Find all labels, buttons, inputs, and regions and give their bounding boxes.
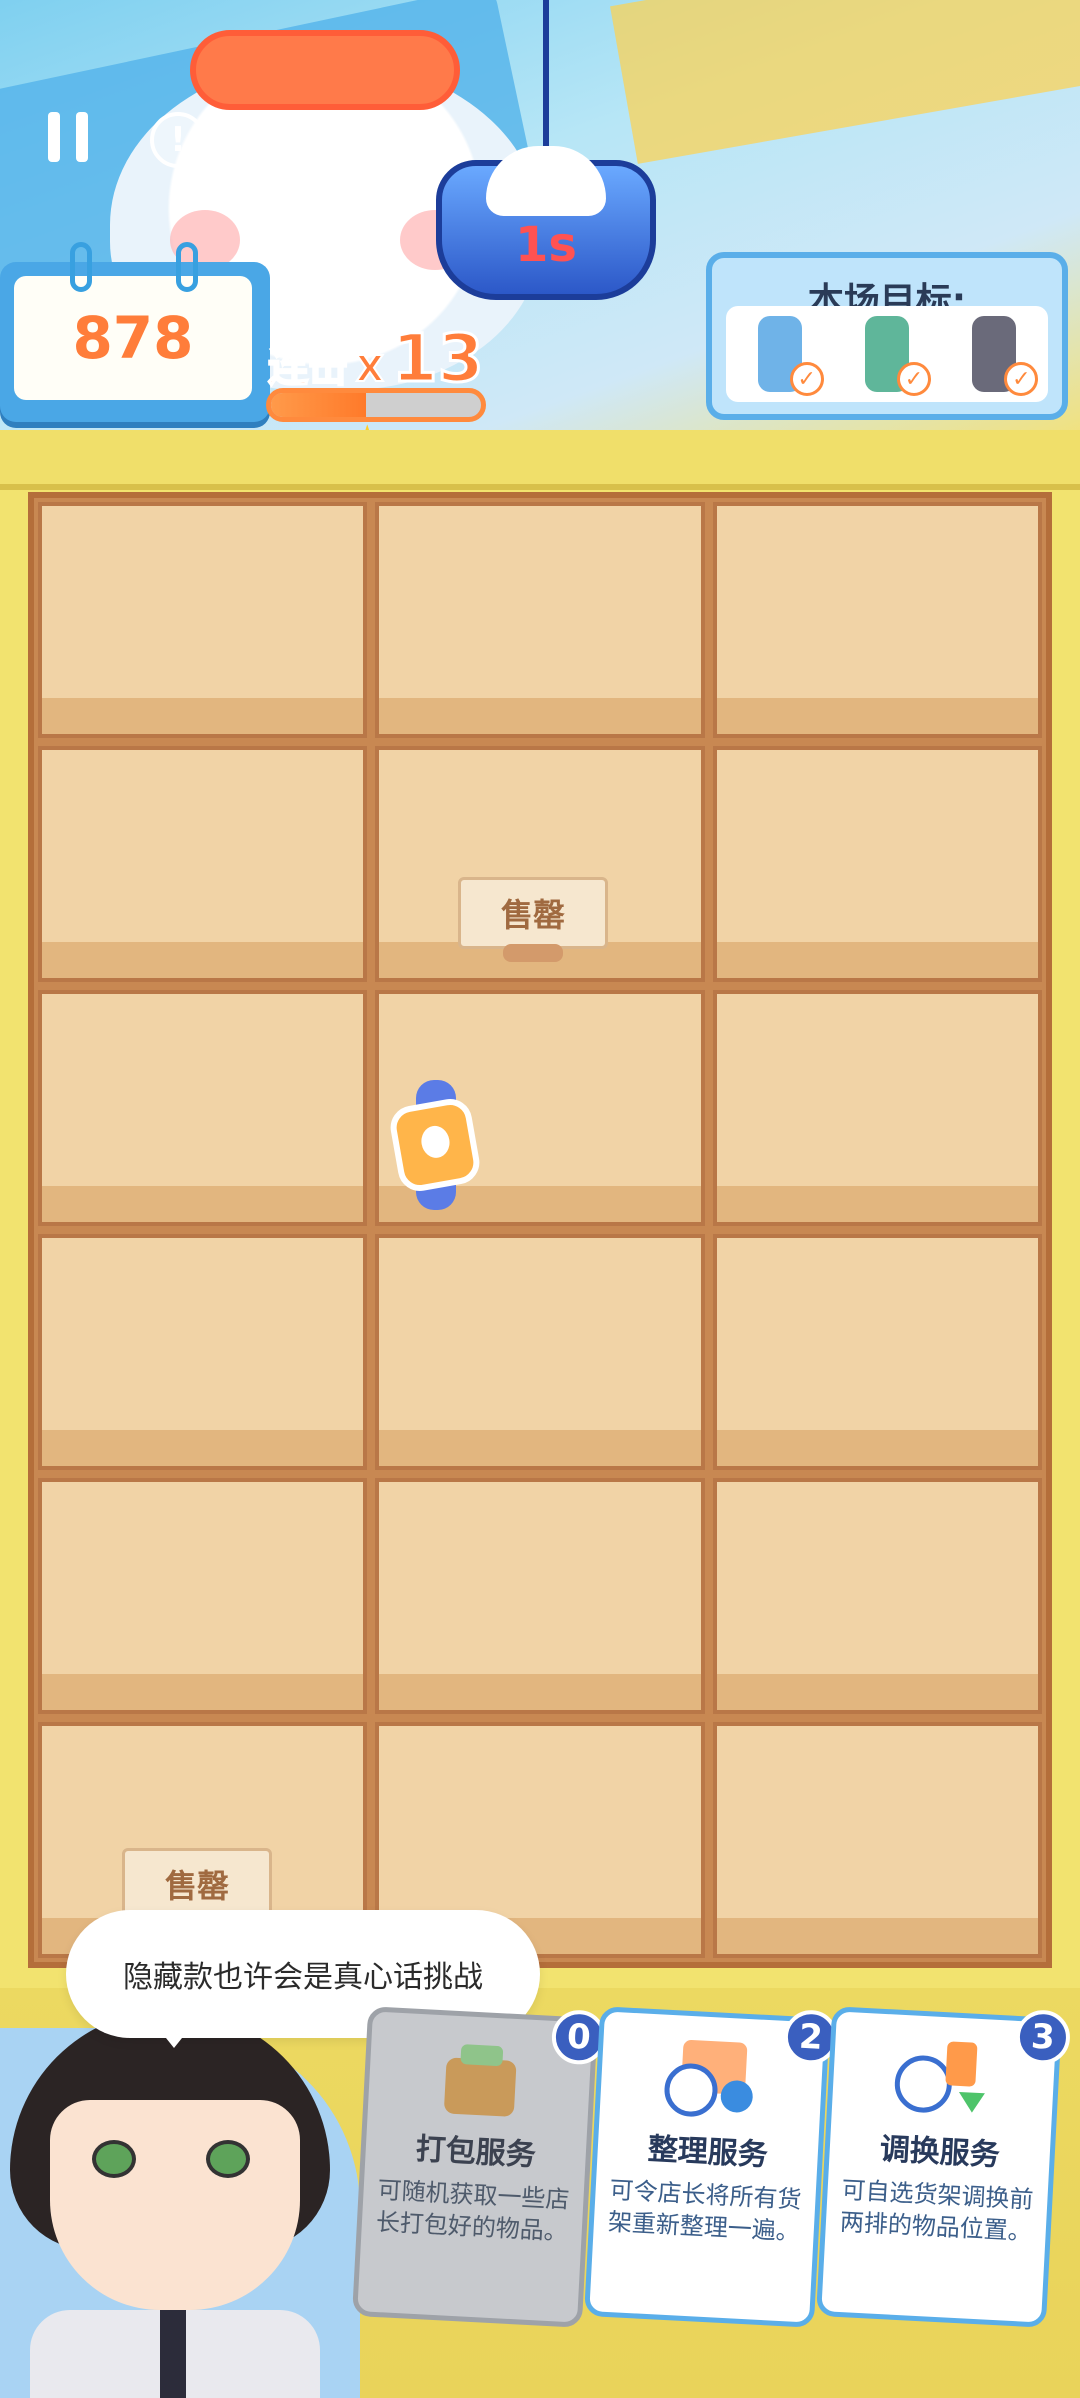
avatar-face [50, 2100, 300, 2310]
avatar-eye [206, 2140, 250, 2178]
sold-out-label: 售罄 [165, 1867, 230, 1905]
avatar-tie [160, 2310, 186, 2398]
service-name: 调换服务 [878, 2131, 1001, 2174]
package-icon [444, 2044, 517, 2117]
sold-out-label: 售罄 [501, 896, 566, 934]
calendar-ring [176, 242, 198, 292]
combo-count: 13 [390, 319, 485, 399]
combo-counter: 连击 X 13 [267, 319, 485, 399]
header-divider [0, 430, 1080, 490]
service-desc: 可令店长将所有货架重新整理一遍。 [607, 2175, 803, 2246]
shelf-cell[interactable] [712, 502, 1042, 738]
target-item-phone-case: ✓ [742, 312, 824, 396]
smartwatch-item[interactable] [387, 1080, 483, 1210]
watch-face [387, 1095, 483, 1195]
pause-icon [76, 112, 88, 162]
target-item-glove: ✓ [849, 312, 931, 396]
combo-progress-bar [266, 388, 486, 422]
shelf-cell[interactable] [38, 1478, 368, 1714]
check-icon: ✓ [789, 362, 824, 396]
shelf-cell[interactable] [712, 746, 1042, 982]
shelf-cell[interactable] [375, 1478, 705, 1714]
combo-label: 连击 [267, 344, 349, 392]
check-icon: ✓ [896, 362, 931, 396]
check-icon: ✓ [1004, 362, 1039, 396]
avatar-eye [92, 2140, 136, 2178]
shelf-organize-icon [664, 2040, 753, 2117]
shelf-cell[interactable] [375, 1234, 705, 1470]
shelf-cell[interactable] [712, 1478, 1042, 1714]
info-button[interactable]: ! [150, 112, 206, 168]
shelf-cell[interactable] [712, 990, 1042, 1226]
shelf-cell[interactable] [38, 746, 368, 982]
timer-badge: 1s [436, 0, 656, 300]
sunglasses-decoration [190, 30, 460, 110]
target-items: ✓ ✓ ✓ [726, 306, 1048, 402]
service-desc: 可自选货架调换前两排的物品位置。 [839, 2175, 1035, 2246]
sold-out-tag: 售罄 [458, 877, 609, 962]
shelf-cell[interactable] [38, 1234, 368, 1470]
shelf-cell[interactable] [375, 502, 705, 738]
pause-button[interactable] [48, 112, 88, 162]
pause-icon [48, 112, 60, 162]
timer-value: 1s [515, 217, 577, 273]
service-desc: 可随机获取一些店长打包好的物品。 [375, 2175, 571, 2246]
service-card-organize[interactable]: 2 整理服务 可令店长将所有货架重新整理一遍。 [584, 2006, 840, 2328]
service-name: 整理服务 [646, 2131, 769, 2174]
header-stripe [610, 0, 1080, 164]
exclamation-icon: ! [170, 120, 186, 160]
target-item-plush-bag: ✓ [956, 312, 1039, 396]
timer-string [543, 0, 549, 166]
swap-icon [894, 2041, 985, 2113]
combo-multiplier-x: X [355, 348, 385, 391]
shelf-cell[interactable] [38, 502, 368, 738]
tag-handle [503, 944, 563, 962]
score-board: 878 [0, 242, 270, 422]
service-card-pack[interactable]: 0 打包服务 可随机获取一些店长打包好的物品。 [352, 2006, 608, 2328]
target-panel: 本场目标: ✓ ✓ ✓ [706, 252, 1068, 420]
shopkeeper-avatar [0, 2010, 340, 2398]
shelf-cell[interactable] [38, 990, 368, 1226]
shelf-cell[interactable] [712, 1722, 1042, 1958]
service-name: 打包服务 [414, 2131, 537, 2174]
score-value: 878 [14, 276, 252, 400]
shelf-board [28, 492, 1052, 1968]
combo-progress-fill [271, 393, 366, 417]
calendar-ring [70, 242, 92, 292]
shelf-cell[interactable] [712, 1234, 1042, 1470]
service-card-swap[interactable]: 3 调换服务 可自选货架调换前两排的物品位置。 [816, 2006, 1072, 2328]
speech-text: 隐藏款也许会是真心话挑战 [123, 1960, 483, 1995]
